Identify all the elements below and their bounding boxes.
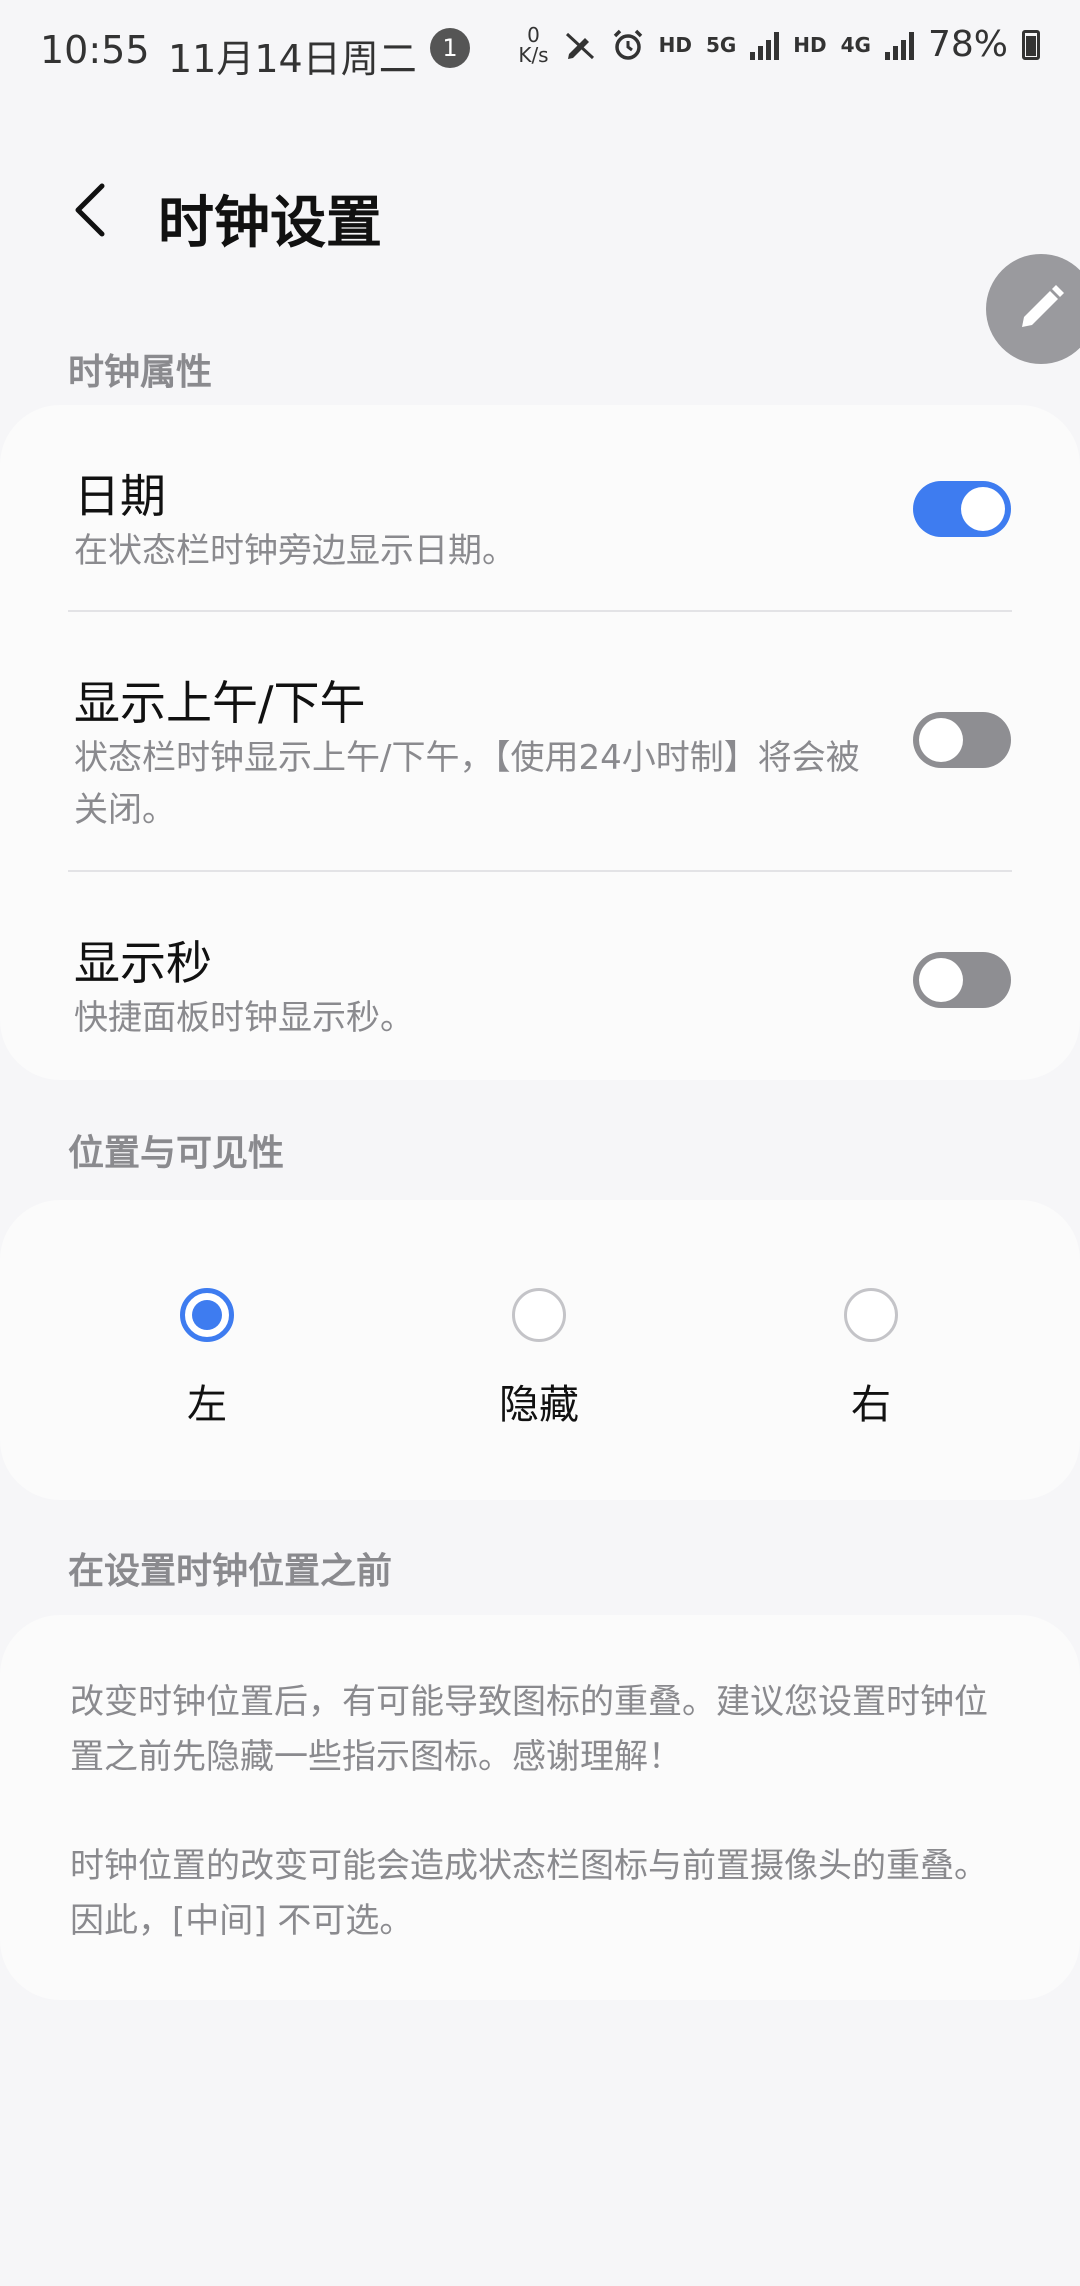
hd-label-1: HD <box>658 32 692 57</box>
status-date: 11月14日周二 <box>168 37 417 81</box>
section-header-clock: 时钟属性 <box>68 352 213 393</box>
net-speed: 0 K/s <box>518 25 548 65</box>
hd-label-2: HD <box>793 32 827 57</box>
edit-floating-button[interactable] <box>986 254 1080 364</box>
back-arrow-icon <box>75 183 105 237</box>
radio-button-left[interactable] <box>180 1288 234 1342</box>
setting-subtitle: 状态栏时钟显示上午/下午，【使用24小时制】将会被关闭。 <box>74 738 860 830</box>
back-button[interactable] <box>60 175 120 245</box>
notification-badge: 1 <box>430 28 470 68</box>
position-option-left[interactable]: 左 <box>107 1288 307 1430</box>
battery-percent: 78% <box>927 24 1008 65</box>
pencil-icon <box>1022 285 1064 327</box>
signal-icon-2 <box>884 30 914 60</box>
clock-settings-card: 日期 在状态栏时钟旁边显示日期。 显示上午/下午 状态栏时钟显示上午/下午，【使… <box>0 405 1080 1080</box>
alarm-icon <box>613 29 642 60</box>
signal-icon-1 <box>750 30 780 60</box>
battery-icon <box>1022 29 1040 60</box>
setting-title: 显示上午/下午 <box>74 676 366 730</box>
screen: 10:55 11月14日周二 1 0 K/s HD 5G HD 4G 78% 时… <box>0 0 1080 2286</box>
section-header-position: 位置与可见性 <box>68 1133 285 1174</box>
setting-row-seconds[interactable]: 显示秒 快捷面板时钟显示秒。 <box>0 872 1080 1080</box>
setting-subtitle: 快捷面板时钟显示秒。 <box>74 998 414 1038</box>
ampm-toggle[interactable] <box>913 712 1011 768</box>
pen-slash-icon <box>565 32 594 59</box>
note-card: 改变时钟位置后，有可能导致图标的重叠。建议您设置时钟位置之前先隐藏一些指示图标。… <box>0 1615 1080 2000</box>
status-icons: 0 K/s HD 5G HD 4G 78% <box>518 24 1040 65</box>
position-card: 左 隐藏 右 <box>0 1200 1080 1500</box>
net-speed-unit: K/s <box>518 42 549 67</box>
date-toggle[interactable] <box>913 481 1011 537</box>
radio-label: 左 <box>187 1382 227 1428</box>
setting-subtitle: 在状态栏时钟旁边显示日期。 <box>74 531 516 571</box>
position-option-hidden[interactable]: 隐藏 <box>439 1288 639 1430</box>
network-4g-label: 4G <box>840 32 871 57</box>
toggle-knob <box>961 487 1005 531</box>
setting-title: 日期 <box>74 469 166 523</box>
net-speed-value: 0 <box>527 22 540 47</box>
section-header-note: 在设置时钟位置之前 <box>68 1551 393 1592</box>
network-5g-label: 5G <box>705 32 737 57</box>
toggle-knob <box>919 718 963 762</box>
seconds-toggle[interactable] <box>913 952 1011 1008</box>
page-title: 时钟设置 <box>158 191 382 256</box>
status-bar: 10:55 11月14日周二 1 0 K/s HD 5G HD 4G 78% <box>0 0 1080 100</box>
radio-label: 右 <box>851 1382 891 1428</box>
setting-row-date[interactable]: 日期 在状态栏时钟旁边显示日期。 <box>0 405 1080 610</box>
setting-row-ampm[interactable]: 显示上午/下午 状态栏时钟显示上午/下午，【使用24小时制】将会被关闭。 <box>0 612 1080 870</box>
note-paragraph-1: 改变时钟位置后，有可能导致图标的重叠。建议您设置时钟位置之前先隐藏一些指示图标。… <box>70 1682 988 1777</box>
note-paragraph-2: 时钟位置的改变可能会造成状态栏图标与前置摄像头的重叠。因此，[中间] 不可选。 <box>70 1846 988 1941</box>
radio-label: 隐藏 <box>499 1382 579 1428</box>
setting-title: 显示秒 <box>74 936 212 990</box>
radio-button-hidden[interactable] <box>512 1288 566 1342</box>
radio-button-right[interactable] <box>844 1288 898 1342</box>
position-option-right[interactable]: 右 <box>771 1288 971 1430</box>
toggle-knob <box>919 958 963 1002</box>
status-time: 10:55 <box>40 28 150 72</box>
